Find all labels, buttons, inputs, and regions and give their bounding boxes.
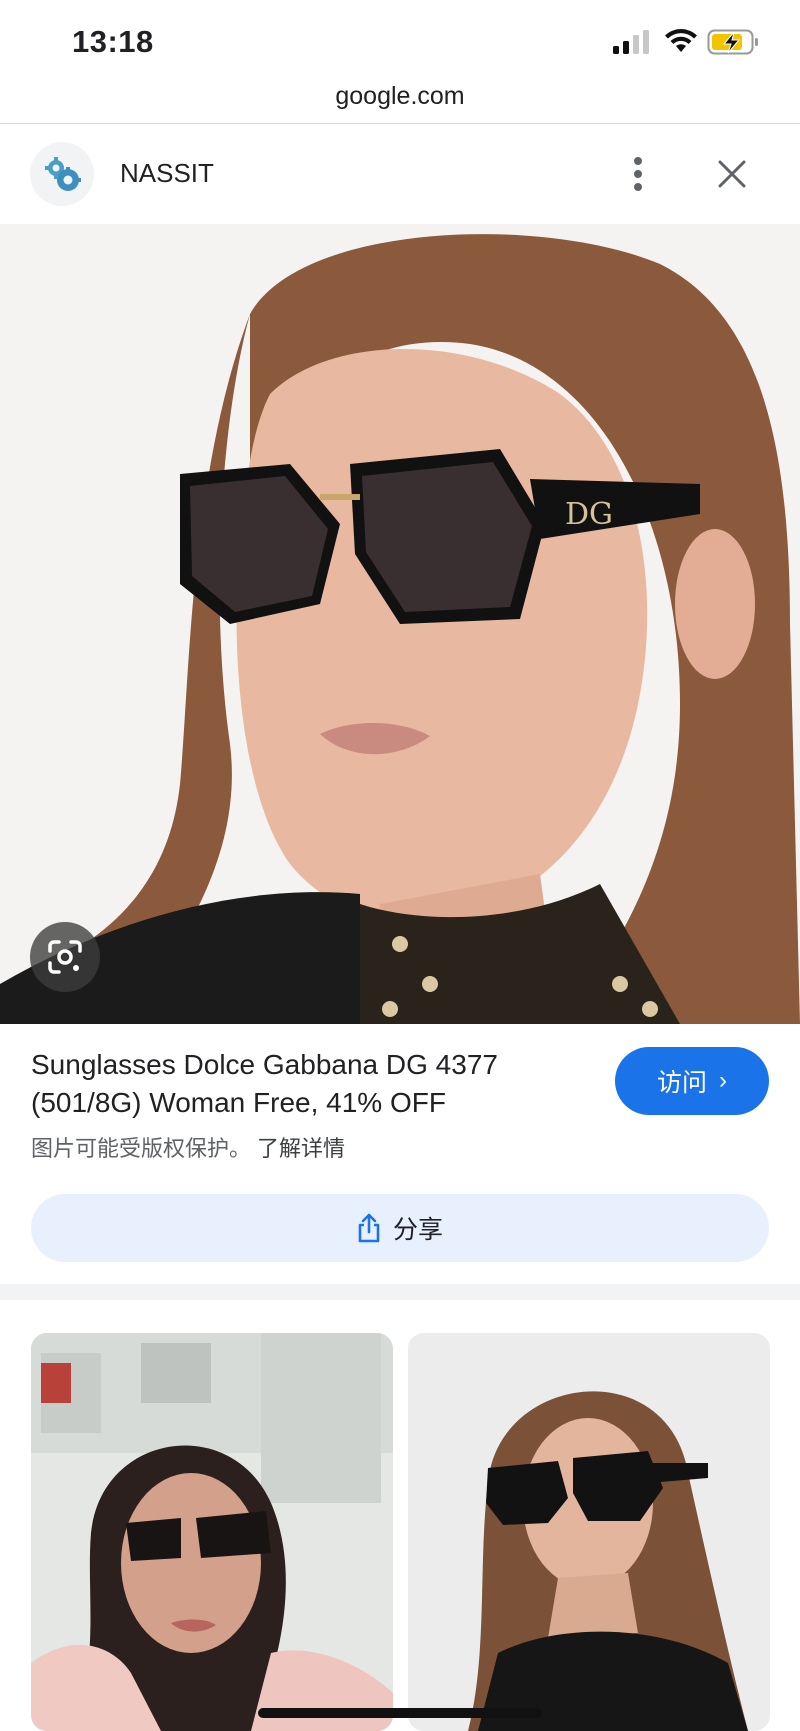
related-image-1[interactable] — [31, 1333, 393, 1731]
result-title[interactable]: Sunglasses Dolce Gabbana DG 4377 (501/8G… — [31, 1046, 551, 1122]
home-indicator[interactable] — [258, 1708, 542, 1718]
learn-more-link[interactable]: 了解详情 — [257, 1136, 345, 1161]
lens-icon — [48, 940, 82, 974]
copyright-text: 图片可能受版权保护。 — [31, 1136, 252, 1161]
close-button[interactable] — [710, 152, 754, 196]
more-options-button[interactable] — [620, 152, 656, 196]
svg-text:DG: DG — [565, 497, 613, 532]
share-icon — [358, 1213, 380, 1243]
more-vert-icon — [634, 157, 642, 191]
battery-charging-icon — [707, 29, 758, 55]
result-title-line1: Sunglasses Dolce Gabbana DG 4377 — [31, 1049, 498, 1080]
chevron-right-icon: › — [719, 1067, 727, 1094]
section-divider — [0, 1284, 800, 1300]
visit-button-label: 访问 — [656, 1069, 707, 1097]
source-name[interactable]: NASSIT — [120, 158, 214, 189]
gears-icon — [45, 157, 81, 191]
source-logo[interactable] — [30, 142, 94, 206]
related-photo-woman-sunglasses — [408, 1333, 770, 1731]
related-image-2[interactable] — [408, 1333, 770, 1731]
status-bar: 13:18 — [0, 0, 800, 84]
source-header: NASSIT — [0, 124, 800, 224]
status-time: 13:18 — [72, 24, 154, 59]
related-photo-store-selfie — [31, 1333, 393, 1731]
copyright-notice: 图片可能受版权保护。 了解详情 — [31, 1131, 345, 1163]
signal-icon — [613, 30, 649, 54]
share-label: 分享 — [392, 1216, 443, 1244]
wifi-icon — [665, 29, 697, 52]
result-title-line2: (501/8G) Woman Free, 41% OFF — [31, 1087, 446, 1118]
woman-sunglasses-photo: DG — [0, 224, 800, 1024]
lens-search-button[interactable] — [30, 922, 100, 992]
result-image[interactable]: DG — [0, 224, 800, 1024]
share-button[interactable]: 分享 — [31, 1194, 769, 1262]
url-bar[interactable]: google.com — [0, 82, 800, 122]
close-icon — [718, 160, 746, 188]
visit-button[interactable]: 访问 › — [615, 1047, 769, 1115]
